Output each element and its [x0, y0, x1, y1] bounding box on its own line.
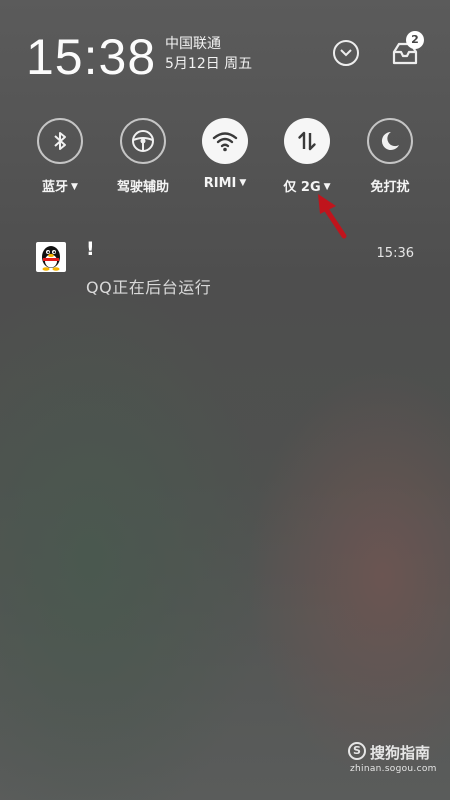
carrier-date: 中国联通 5月12日 周五: [165, 34, 252, 74]
wifi-label: RIMI: [203, 176, 237, 191]
annotation-arrow: [318, 194, 347, 239]
qq-penguin-icon: [36, 242, 66, 272]
driving-assist-button[interactable]: [120, 118, 166, 164]
moon-icon: [381, 131, 399, 150]
toggle-wifi[interactable]: RIMI ▼: [180, 118, 270, 191]
watermark-name: 搜狗指南: [370, 744, 431, 762]
date-label: 5月12日 周五: [165, 56, 253, 72]
notification-time: 15:36: [376, 246, 414, 261]
toggle-label-wifi: RIMI ▼: [180, 176, 270, 191]
expand-chevron-button[interactable]: [333, 40, 359, 66]
bluetooth-button[interactable]: [37, 118, 83, 164]
chevron-down-icon: [340, 49, 352, 57]
bluetooth-icon: [54, 132, 66, 150]
quick-settings-toggles: 蓝牙 ▼ 驾驶辅助 RIMI ▼ 仅 2G ▼ 免打扰: [0, 118, 450, 198]
toggle-driving-assist[interactable]: 驾驶辅助: [98, 118, 188, 195]
dropdown-caret-icon[interactable]: ▼: [71, 182, 78, 192]
mobile-data-button[interactable]: [284, 118, 330, 164]
do-not-disturb-button[interactable]: [367, 118, 413, 164]
bluetooth-label: 蓝牙: [42, 180, 69, 195]
notification-title: !: [86, 238, 95, 260]
dropdown-caret-icon[interactable]: ▼: [239, 178, 246, 188]
sogou-logo: S: [348, 742, 366, 760]
notification-count-badge: 2: [406, 31, 424, 49]
wifi-icon: [212, 132, 238, 152]
wifi-button[interactable]: [202, 118, 248, 164]
steering-wheel-icon: [132, 130, 154, 152]
toggle-mobile-data[interactable]: 仅 2G ▼: [262, 118, 352, 195]
clock: 15:38: [26, 29, 157, 85]
carrier-name: 中国联通: [165, 36, 221, 52]
toggle-do-not-disturb[interactable]: 免打扰: [345, 118, 435, 195]
toggle-label-bluetooth: 蓝牙 ▼: [15, 176, 105, 195]
status-bar: 15:38 中国联通 5月12日 周五 2: [26, 22, 424, 85]
toggle-bluetooth[interactable]: 蓝牙 ▼: [15, 118, 105, 195]
notification-text: QQ正在后台运行: [86, 278, 212, 297]
notification-qq[interactable]: ! 15:36 QQ正在后台运行: [36, 238, 414, 298]
mobile-data-icon: [298, 131, 316, 151]
toggle-label-driving-assist: 驾驶辅助: [116, 180, 169, 195]
watermark-url: zhinan.sogou.com: [350, 764, 437, 774]
